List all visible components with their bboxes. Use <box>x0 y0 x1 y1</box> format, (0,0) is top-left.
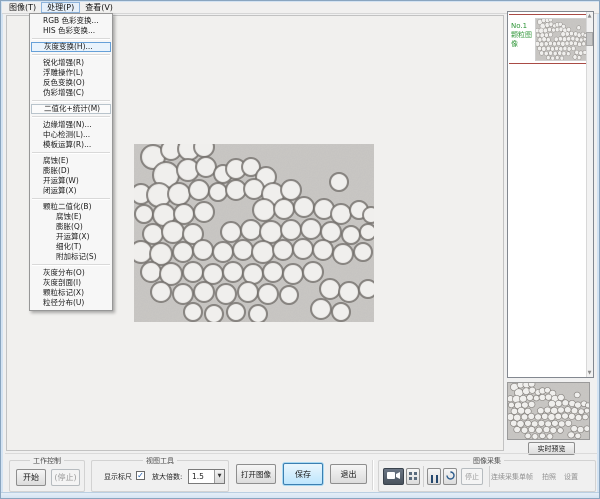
capture-stop-button: 停止 <box>461 468 483 485</box>
stop-button: (停止) <box>51 469 80 486</box>
view-tools-title: 视图工具 <box>143 456 177 466</box>
scrollbar-thumb[interactable] <box>586 32 593 46</box>
history-listbox[interactable]: No.1 颗粒图像 ▲ ▼ <box>507 11 594 378</box>
menu-item[interactable]: 灰度剖面(I) <box>30 278 112 288</box>
start-button[interactable]: 开始 <box>16 469 46 486</box>
particle-micrograph <box>134 144 374 322</box>
list-item-rule-top <box>509 14 587 15</box>
work-control-title: 工作控制 <box>30 456 64 466</box>
save-button[interactable]: 保存 <box>283 463 323 485</box>
menu-item[interactable]: 膨胀(Q) <box>30 222 112 232</box>
menu-item[interactable]: 腐蚀(E) <box>30 156 112 166</box>
menu-item[interactable]: 边缘增强(N)... <box>30 120 112 130</box>
menu-separator <box>32 54 110 56</box>
bottombar-divider <box>5 453 597 454</box>
group-divider <box>489 466 490 487</box>
refresh-button[interactable] <box>443 468 457 485</box>
grid-icon <box>409 472 417 480</box>
menu-item[interactable]: 伪彩增强(C) <box>30 88 112 98</box>
open-image-button[interactable]: 打开图像 <box>236 464 276 484</box>
scroll-down-icon[interactable]: ▼ <box>586 370 593 376</box>
menu-item[interactable]: 模板运算(R)... <box>30 140 112 150</box>
app-window: 图像(T)处理(P)查看(V) RGB 色彩变换...HIS 色彩变换... 灰度… <box>0 0 600 499</box>
menu-item[interactable]: 粒径分布(U) <box>30 298 112 308</box>
menubar-item[interactable]: 处理(P) <box>41 2 80 13</box>
scroll-up-icon[interactable]: ▲ <box>586 13 593 19</box>
list-item[interactable]: No.1 颗粒图像 <box>509 14 587 64</box>
menu-item[interactable]: 锐化增强(R) <box>30 58 112 68</box>
menu-item[interactable]: HIS 色彩变换... <box>30 26 112 36</box>
menu-item[interactable]: 中心检测(L)... <box>30 130 112 140</box>
group-divider <box>423 466 424 487</box>
menu-item[interactable]: RGB 色彩变换... <box>30 16 112 26</box>
menu-separator <box>32 116 110 118</box>
capture-option[interactable]: 设置 <box>564 472 578 482</box>
exit-button[interactable]: 退出 <box>330 464 367 484</box>
grid-button[interactable] <box>406 468 420 485</box>
menu-item[interactable]: 细化(T) <box>30 242 112 252</box>
capture-option[interactable]: 连续采集 <box>491 472 519 482</box>
capture-option[interactable]: 单帧 <box>519 472 533 482</box>
menu-item[interactable]: 颗粒二值化(B) <box>30 202 112 212</box>
list-item-thumbnail <box>535 18 587 61</box>
menu-separator <box>32 100 110 102</box>
ruler-checkbox[interactable]: ✓ <box>136 471 145 480</box>
refresh-icon <box>446 471 455 480</box>
menu-separator <box>32 38 110 40</box>
list-item-rule-bottom <box>509 63 587 64</box>
preview-thumbnail <box>507 382 590 440</box>
view-tools-group: 视图工具 显示标尺 ✓ 放大倍数: 1.5 ▼ <box>91 460 229 492</box>
menubar-item[interactable]: 图像(T) <box>4 2 41 13</box>
window-frame-bottom <box>1 492 600 499</box>
menu-item[interactable]: 膨胀(D) <box>30 166 112 176</box>
pause-button[interactable] <box>427 468 441 485</box>
capture-option[interactable]: 拍照 <box>542 472 556 482</box>
menu-item[interactable]: 开运算(W) <box>30 176 112 186</box>
capture-group-title: 图像采集 <box>470 456 504 466</box>
menu-item[interactable]: 腐蚀(E) <box>30 212 112 222</box>
zoom-factor-select[interactable]: 1.5 ▼ <box>188 469 225 484</box>
menu-separator <box>32 152 110 154</box>
menu-item[interactable]: 灰度变换(H)... <box>31 42 111 52</box>
zoom-factor-label: 放大倍数: <box>152 472 182 482</box>
menu-item[interactable]: 开运算(X) <box>30 232 112 242</box>
list-item-label: No.1 颗粒图像 <box>511 22 537 49</box>
scrollbar[interactable]: ▲ ▼ <box>586 12 593 377</box>
ruler-checkbox-label: 显示标尺 <box>104 472 132 482</box>
pause-icon <box>431 475 438 483</box>
menu-separator <box>32 198 110 200</box>
video-camera-icon <box>387 471 400 480</box>
menu-item[interactable]: 反色变换(O) <box>30 78 112 88</box>
capture-group: 图像采集 停止 连续采集单帧拍照设置 <box>378 460 596 492</box>
menubar-item[interactable]: 查看(V) <box>80 2 118 13</box>
menu-item[interactable]: 灰度分布(O) <box>30 268 112 278</box>
menu-item[interactable]: 颗粒标记(X) <box>30 288 112 298</box>
zoom-factor-value: 1.5 <box>192 472 204 481</box>
menu-item[interactable]: 浮雕操作(L) <box>30 68 112 78</box>
menu-separator <box>32 264 110 266</box>
dropdown-menu: RGB 色彩变换...HIS 色彩变换... 灰度变换(H)... 锐化增强(R)浮… <box>29 13 113 311</box>
menu-item[interactable]: 附加标记(S) <box>30 252 112 262</box>
work-control-group: 工作控制 开始 (停止) <box>9 460 85 492</box>
menu-item[interactable]: 二值化+统计(M) <box>31 104 111 114</box>
menu-item[interactable]: 闭运算(X) <box>30 186 112 196</box>
toolbar-divider <box>372 460 374 490</box>
camera-button[interactable] <box>383 468 404 485</box>
chevron-down-icon[interactable]: ▼ <box>214 470 224 483</box>
